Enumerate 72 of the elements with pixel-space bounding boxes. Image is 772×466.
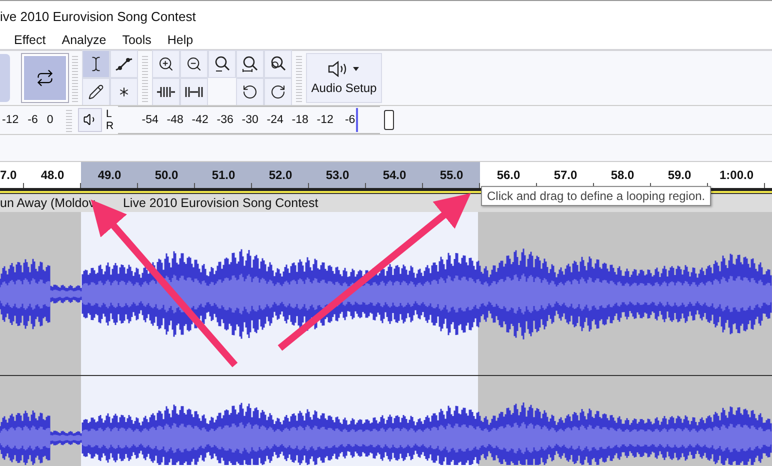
meter-scale-label: -6 <box>344 114 356 126</box>
time-label: 48.0 <box>40 168 64 182</box>
meter-scale-label: -12 <box>316 114 334 126</box>
menu-item[interactable]: Help <box>159 33 202 48</box>
meter-scale-label: -6 <box>28 114 38 126</box>
loop-region[interactable]: 52.0 <box>252 162 309 188</box>
time-label: 50.0 <box>154 168 178 182</box>
loop-region[interactable]: 51.0 <box>195 162 252 188</box>
zoom-in-icon <box>158 56 174 72</box>
loop-region[interactable]: 50.0 <box>138 162 195 188</box>
time-label: 54.0 <box>382 168 406 182</box>
loop-icon <box>36 68 54 87</box>
playback-meter-button[interactable] <box>78 108 102 132</box>
silence-audio-icon <box>184 84 204 99</box>
redo-icon <box>270 84 286 100</box>
loop-region[interactable]: 55.0 <box>423 162 480 188</box>
time-label: 1:00.0 <box>719 168 754 182</box>
toolbar-button[interactable] <box>180 50 208 78</box>
meter-scale-label: 0 <box>46 114 54 126</box>
loop-region[interactable]: 54.0 <box>366 162 423 188</box>
audio-setup-button[interactable]: Audio Setup <box>306 52 382 103</box>
meter-scale-label: -42 <box>190 114 210 126</box>
meter-scale-label: -48 <box>166 114 184 126</box>
toolbar-button[interactable] <box>152 78 180 106</box>
undo-icon <box>242 84 258 100</box>
toolbar-button[interactable] <box>152 50 180 78</box>
time-label: 7.0 <box>0 168 17 182</box>
time-label: 49.0 <box>98 168 122 182</box>
magnifier-icon <box>241 54 259 73</box>
magnifier-icon <box>269 54 287 73</box>
toolbar-button[interactable] <box>180 78 208 106</box>
tooltip: Click and drag to define a looping region. <box>481 186 712 206</box>
toolbar-button[interactable] <box>264 50 292 78</box>
time-label: 55.0 <box>440 168 464 182</box>
time-label: 52.0 <box>268 168 292 182</box>
channel-label: L <box>106 108 113 120</box>
menu-item[interactable]: Analyze <box>54 33 114 48</box>
menu-item[interactable]: Tools <box>114 33 160 48</box>
time-label: 58.0 <box>610 168 634 182</box>
toolbar-button[interactable] <box>236 50 264 78</box>
time-label: 51.0 <box>212 168 236 182</box>
time-label: 56.0 <box>496 168 520 182</box>
meter-scale-label: -24 <box>266 114 284 126</box>
menu-item[interactable]: Effect <box>6 33 54 48</box>
slider-thumb[interactable] <box>384 110 394 130</box>
trim-audio-icon <box>156 84 176 99</box>
loop-region[interactable]: 53.0 <box>309 162 366 188</box>
speaker-dropdown-icon <box>327 60 361 77</box>
zoom-out-icon <box>186 56 202 72</box>
loop-region[interactable]: 49.0 <box>81 162 138 188</box>
meter-scale-label: -12 <box>2 114 19 126</box>
time-label: 57.0 <box>554 168 578 182</box>
pencil-icon <box>88 84 104 100</box>
tool-button[interactable] <box>110 50 138 78</box>
channel-label: R <box>106 120 114 132</box>
toolbar-button[interactable] <box>236 78 264 106</box>
meter-scale-label: -30 <box>240 114 260 126</box>
time-label: 53.0 <box>326 168 350 182</box>
loop-button[interactable] <box>22 54 68 102</box>
meter-scale-label: -36 <box>216 114 234 126</box>
toolbar-button[interactable] <box>264 78 292 106</box>
tool-button[interactable] <box>110 78 138 106</box>
meter-scale-label: -18 <box>290 114 310 126</box>
magnifier-icon <box>213 54 231 73</box>
meter-scale-label: -54 <box>140 114 160 126</box>
envelope-tool-icon <box>115 56 133 72</box>
window-title: ive 2010 Eurovision Song Contest <box>0 8 196 24</box>
track-name: Live 2010 Eurovision Song Contest <box>122 196 318 210</box>
time-label: 59.0 <box>668 168 692 182</box>
tool-button[interactable] <box>82 78 110 106</box>
toolbar-button[interactable] <box>208 50 236 78</box>
tool-button[interactable] <box>82 50 110 78</box>
